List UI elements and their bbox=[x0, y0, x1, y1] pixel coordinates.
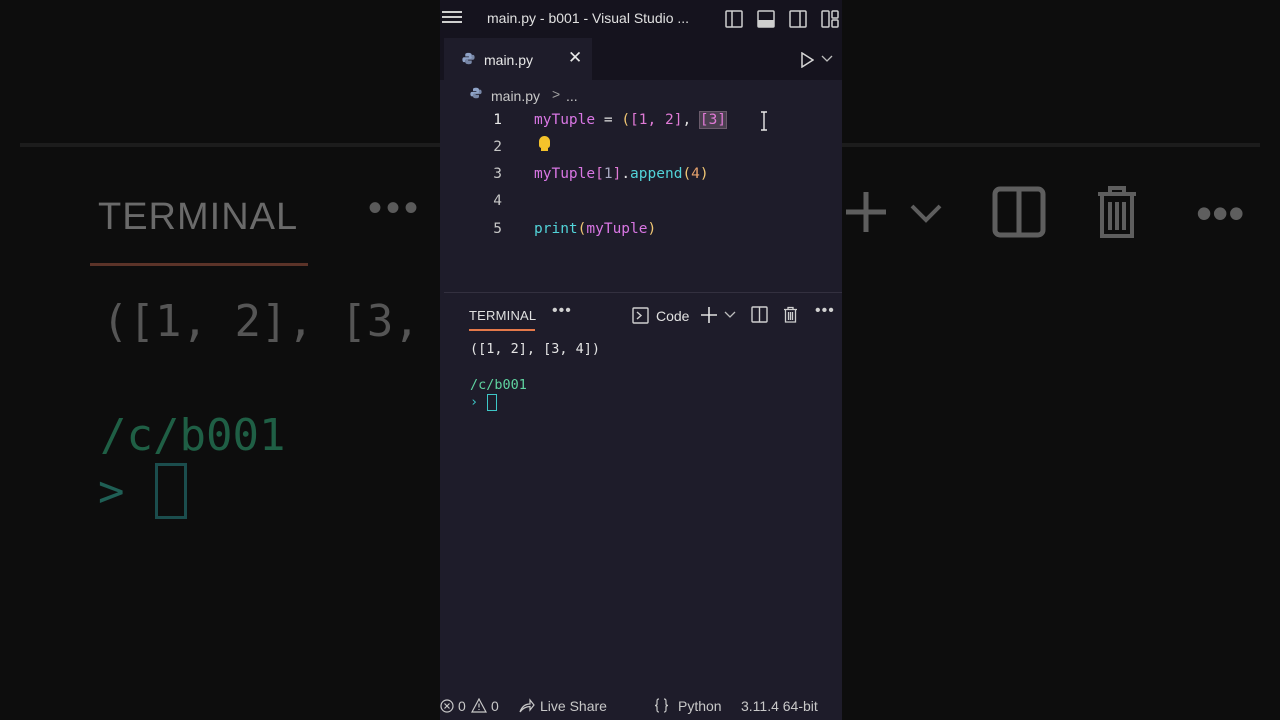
backdrop-cursor bbox=[155, 463, 187, 519]
breadcrumb: main.py > ... bbox=[440, 84, 842, 106]
trash-icon[interactable] bbox=[783, 306, 798, 323]
breadcrumb-file[interactable]: main.py bbox=[491, 88, 540, 104]
terminal-panel: TERMINAL ••• Code ••• ([1, 2], [3, 4]) /… bbox=[444, 292, 842, 691]
toggle-secondary-sidebar-icon[interactable] bbox=[789, 10, 807, 28]
backdrop-trash-icon bbox=[1098, 186, 1136, 238]
active-tab-indicator bbox=[469, 329, 535, 331]
python-interpreter[interactable]: 3.11.4 64-bit bbox=[741, 698, 818, 714]
token-operator: = bbox=[595, 112, 622, 128]
vscode-window: main.py - b001 - Visual Studio ... main.… bbox=[440, 0, 842, 720]
token-number: 4 bbox=[691, 166, 700, 182]
backdrop-dots: ••• bbox=[368, 186, 423, 230]
error-icon bbox=[440, 699, 454, 713]
token-comma: , bbox=[682, 112, 700, 128]
toggle-panel-icon[interactable] bbox=[757, 10, 775, 28]
line-number: 5 bbox=[493, 221, 502, 237]
menu-icon[interactable] bbox=[442, 8, 462, 28]
token-variable: myTuple bbox=[534, 166, 596, 182]
tab-terminal[interactable]: TERMINAL bbox=[469, 308, 536, 323]
terminal-name[interactable]: Code bbox=[656, 308, 689, 324]
tab-label: main.py bbox=[484, 52, 534, 68]
line-number: 1 bbox=[493, 112, 502, 128]
panel-actions-more-icon[interactable]: ••• bbox=[815, 302, 835, 320]
live-share-icon bbox=[519, 698, 535, 713]
breadcrumb-separator: > bbox=[552, 86, 561, 102]
tab-main-py[interactable]: main.py ✕ bbox=[444, 38, 592, 80]
code-line-4: 4 bbox=[440, 189, 842, 215]
code-text: myTuple = ([1, 2], [3] bbox=[534, 111, 728, 129]
backdrop-path: /c/b001 bbox=[100, 410, 286, 461]
terminal-path: /c/b001 bbox=[470, 377, 527, 393]
backdrop-chevron-icon bbox=[910, 204, 942, 223]
token-number: 1 bbox=[603, 166, 613, 182]
terminal-output: ([1, 2], [3, 4]) bbox=[470, 341, 601, 357]
python-file-icon bbox=[462, 52, 475, 65]
code-text: myTuple[1].append(4) bbox=[534, 166, 709, 182]
token-paren: ) bbox=[699, 166, 709, 182]
code-text: print(myTuple) bbox=[534, 221, 656, 237]
backdrop-plus-icon bbox=[846, 192, 886, 232]
backdrop-prompt: > bbox=[98, 466, 125, 517]
language-mode[interactable]: Python bbox=[678, 698, 722, 714]
backdrop-output: ([1, 2], [3, bbox=[102, 296, 420, 347]
token-function: append bbox=[630, 166, 683, 182]
line-number: 2 bbox=[493, 139, 502, 155]
line-number: 4 bbox=[493, 193, 502, 209]
token-variable: myTuple bbox=[586, 221, 648, 237]
warning-count[interactable]: 0 bbox=[491, 698, 499, 714]
lightbulb-icon[interactable] bbox=[539, 136, 550, 148]
window-title: main.py - b001 - Visual Studio ... bbox=[487, 10, 690, 26]
backdrop-more: ••• bbox=[1196, 187, 1245, 239]
token-list: [1, 2] bbox=[630, 112, 683, 128]
python-file-icon bbox=[470, 87, 482, 99]
token-paren: ( bbox=[621, 112, 631, 128]
run-dropdown-chevron-icon[interactable] bbox=[821, 55, 833, 63]
code-line-3: 3 myTuple[1].append(4) bbox=[440, 162, 842, 188]
customize-layout-icon[interactable] bbox=[821, 10, 839, 28]
terminal-cursor bbox=[487, 394, 497, 411]
backdrop-terminal-label: TERMINAL bbox=[98, 196, 299, 238]
token-function: print bbox=[534, 221, 578, 237]
terminal-prompt: › bbox=[470, 394, 479, 410]
editor-tab-bar: main.py ✕ bbox=[440, 38, 842, 80]
token-paren: ( bbox=[682, 166, 692, 182]
warning-icon bbox=[471, 698, 487, 713]
status-bar: 0 0 Live Share Python 3.11.4 64-bit bbox=[440, 692, 842, 720]
close-icon[interactable]: ✕ bbox=[568, 48, 582, 68]
run-python-file-icon[interactable] bbox=[800, 52, 814, 68]
live-share-button[interactable]: Live Share bbox=[540, 698, 607, 714]
text-cursor-icon bbox=[761, 111, 767, 131]
terminal-dropdown-chevron-icon[interactable] bbox=[724, 311, 736, 319]
token-paren: ) bbox=[647, 221, 657, 237]
new-terminal-plus-icon[interactable] bbox=[700, 306, 718, 324]
split-terminal-icon[interactable] bbox=[751, 306, 768, 323]
code-line-2: 2 bbox=[440, 135, 842, 161]
backdrop-split-icon bbox=[992, 186, 1046, 238]
code-editor[interactable]: 1 myTuple = ([1, 2], [3] 2 3 myTuple[1].… bbox=[440, 108, 842, 290]
breadcrumb-more[interactable]: ... bbox=[566, 88, 578, 104]
error-count[interactable]: 0 bbox=[458, 698, 466, 714]
token-list-highlighted: [3] bbox=[698, 111, 728, 129]
braces-icon bbox=[654, 698, 669, 713]
backdrop-tab-underline bbox=[90, 263, 308, 266]
code-line-5: 5 print(myTuple) bbox=[440, 217, 842, 243]
token-bracket: [ bbox=[595, 166, 604, 182]
token-bracket: ] bbox=[612, 166, 622, 182]
panel-more-icon[interactable]: ••• bbox=[552, 302, 572, 320]
token-variable: myTuple bbox=[534, 112, 596, 128]
lightbulb-base bbox=[541, 148, 548, 151]
terminal-icon bbox=[632, 307, 649, 324]
token-dot: . bbox=[621, 166, 631, 182]
title-bar: main.py - b001 - Visual Studio ... bbox=[440, 0, 842, 38]
toggle-primary-sidebar-icon[interactable] bbox=[725, 10, 743, 28]
line-number: 3 bbox=[493, 166, 502, 182]
code-line-1: 1 myTuple = ([1, 2], [3] bbox=[440, 108, 842, 134]
